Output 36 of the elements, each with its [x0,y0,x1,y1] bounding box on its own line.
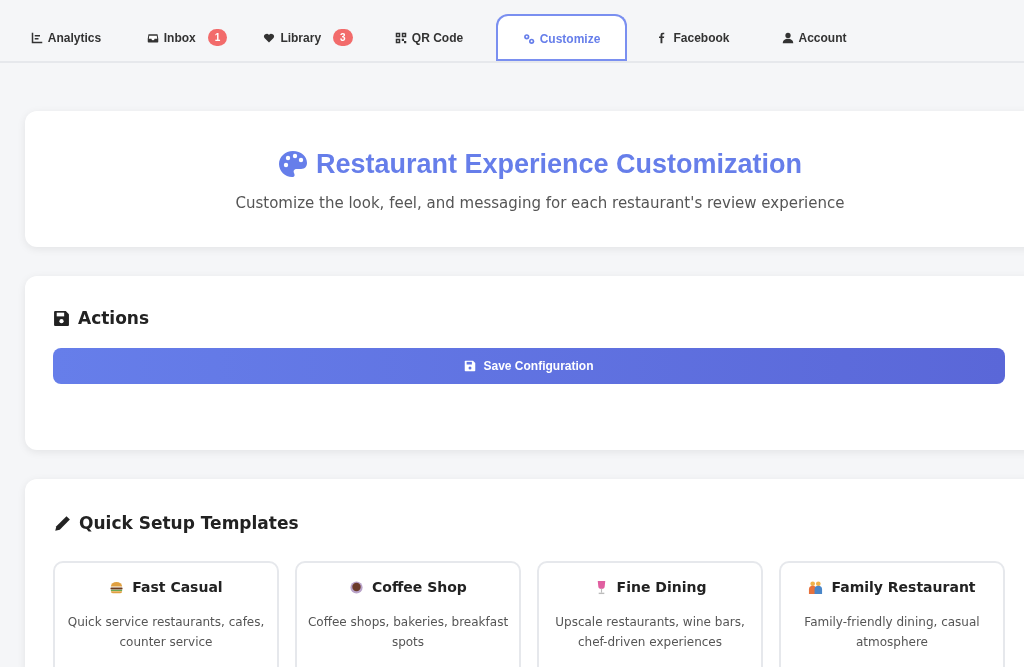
template-card[interactable]: Family Restaurant Family-friendly dining, casual atmosphere [779,560,1005,667]
count-badge: 1 [207,29,228,46]
template-name: Fast Casual [132,577,223,597]
save-configuration-button[interactable]: Save Configuration [53,347,1005,384]
qr-code-icon [394,31,407,44]
burger-icon [109,579,125,595]
template-card[interactable]: Fast Casual Quick service restaurants, cafes, counter service [53,560,279,667]
nav-tab[interactable]: QR Code [369,14,489,61]
chart-icon [30,31,43,44]
template-card[interactable]: Fine Dining Upscale restaurants, wine bars, chef-driven experiences [537,560,763,667]
nav-tab[interactable]: Analytics [6,14,126,61]
nav-tab[interactable]: Facebook [633,14,753,61]
palette-icon [277,149,308,178]
template-description: Coffee shops, bakeries, breakfast spots [307,613,509,651]
template-description: Upscale restaurants, wine bars, chef-driven experiences [554,613,746,651]
family-icon [808,579,824,595]
page-subtitle: Customize the look, feel, and messaging for each restaurant's review experience [235,193,845,214]
section-title: Actions [78,307,150,330]
template-card[interactable]: Coffee Shop Coffee shops, bakeries, breakfast spots [295,560,521,667]
section-title: Quick Setup Templates [79,512,299,535]
count-badge: 3 [333,29,353,46]
person-icon [781,31,794,44]
template-description: Quick service restaurants, cafes, counter service [66,613,266,651]
template-name: Fine Dining [616,577,707,597]
template-name: Family Restaurant [831,577,976,597]
nav-tab[interactable]: Inbox 1 [127,14,247,61]
nav-tab[interactable]: Library 3 [248,14,368,61]
template-description: Family-friendly dining, casual atmosphere [803,613,981,651]
heart-icon [263,31,276,44]
cup-icon [349,579,365,595]
page-title: Restaurant Experience Customization [315,147,803,181]
nav-tab[interactable]: Account [754,14,874,61]
template-name: Coffee Shop [372,577,467,597]
nav-tab[interactable]: Customize [496,14,627,61]
inbox-tray-icon [146,31,159,44]
pencil-icon [53,514,71,533]
